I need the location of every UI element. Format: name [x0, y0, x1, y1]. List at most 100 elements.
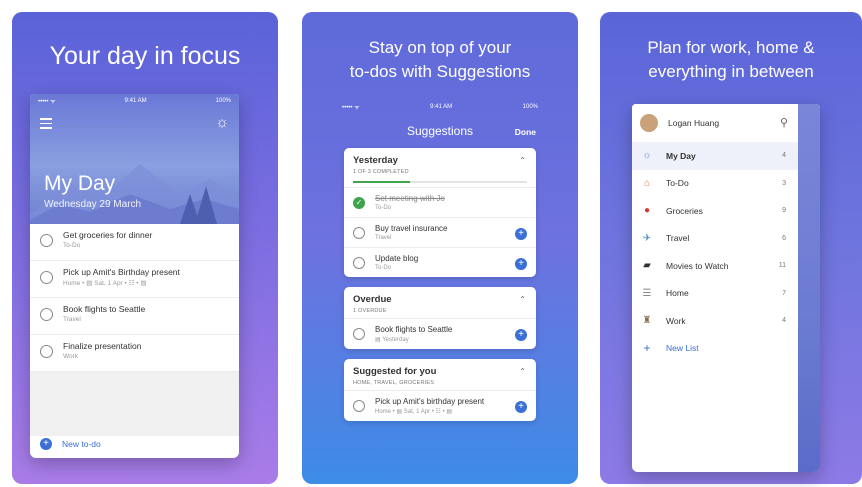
suggestion-meta: ▤ Yesterday — [375, 337, 409, 343]
card-subtitle: HOME, TRAVEL, GROCERIES — [353, 380, 435, 386]
my-day-header: ••••• ᯤ 9:41 AM 100% ☼ My Day Wednesday … — [30, 94, 239, 224]
chevron-up-icon[interactable]: ⌃ — [519, 367, 526, 376]
list-label: Home — [666, 288, 689, 299]
list-icon: ⌂ — [643, 177, 651, 189]
check-icon[interactable]: ✓ — [353, 197, 365, 209]
battery: 100% — [215, 98, 231, 104]
suggestion-meta: To-Do — [375, 265, 392, 271]
suggested-card: Suggested for you HOME, TRAVEL, GROCERIE… — [344, 359, 536, 421]
profile-row[interactable]: Logan Huang ⚲ — [632, 104, 798, 142]
list-row[interactable]: ☰ Home 7 — [632, 280, 798, 308]
new-todo-button[interactable]: + New to-do — [40, 438, 101, 450]
battery: 100% — [522, 104, 538, 110]
suggestion-title: Set meeting with Jo — [375, 194, 445, 203]
card-subtitle: 1 OVERDUE — [353, 308, 387, 314]
headline-line: Stay on top of your — [368, 38, 512, 57]
user-name: Logan Huang — [668, 118, 720, 128]
add-to-my-day-button[interactable]: + — [515, 401, 527, 413]
chevron-up-icon[interactable]: ⌃ — [519, 156, 526, 165]
card-header[interactable]: Suggested for you HOME, TRAVEL, GROCERIE… — [344, 359, 536, 390]
phone-suggestions: ••••• ᯤ 9:41 AM 100% Suggestions Done Ye… — [338, 100, 542, 475]
todo-row[interactable]: Finalize presentation Work — [30, 335, 239, 372]
yesterday-card: Yesterday 1 OF 3 COMPLETED ⌃ ✓ Set meeti… — [344, 148, 536, 277]
todo-row[interactable]: Pick up Amit's Birthday present Home • ▤… — [30, 261, 239, 298]
todo-row[interactable]: Book flights to Seattle Travel — [30, 298, 239, 335]
new-list-label: New List — [666, 342, 699, 353]
add-to-my-day-button[interactable]: + — [515, 258, 527, 270]
add-to-my-day-button[interactable]: + — [515, 228, 527, 240]
add-to-my-day-button[interactable]: + — [515, 329, 527, 341]
list-icon: ♜ — [642, 315, 652, 327]
carrier: ••••• ᯤ — [38, 99, 56, 105]
list-row[interactable]: ☼ My Day 4 — [632, 142, 798, 170]
headline-line: to-dos with Suggestions — [349, 62, 531, 81]
done-button[interactable]: Done — [515, 127, 536, 137]
list-row[interactable]: ✈ Travel 6 — [632, 225, 798, 253]
suggestion-row[interactable]: Buy travel insurance Travel + — [344, 217, 536, 247]
complete-checkbox[interactable] — [353, 328, 365, 340]
list-row[interactable]: ▰ Movies to Watch 11 — [632, 252, 798, 280]
suggestion-row[interactable]: Update blog To-Do + — [344, 247, 536, 277]
list-count: 4 — [782, 152, 786, 160]
list-icon: ▰ — [643, 260, 651, 272]
suggestion-row[interactable]: Book flights to Seattle ▤ Yesterday + — [344, 318, 536, 349]
list-count: 3 — [782, 179, 786, 187]
todo-meta: Home • ▤ Sat, 1 Apr • ☷ • ▤ — [63, 280, 147, 287]
suggestions-header: ••••• ᯤ 9:41 AM 100% Suggestions Done — [338, 100, 542, 148]
phone-lists: Logan Huang ⚲ ☼ My Day 4 ⌂ To-Do 3 ● Groceries 9… — [632, 104, 820, 472]
card-title: Yesterday — [353, 155, 398, 166]
complete-checkbox[interactable] — [353, 257, 365, 269]
list-label: My Day — [666, 150, 696, 161]
suggestions-sun-icon[interactable]: ☼ — [215, 114, 229, 131]
complete-checkbox[interactable] — [40, 345, 53, 358]
suggestion-title: Pick up Amit's birthday present — [375, 397, 485, 406]
list-label: To-Do — [666, 178, 689, 189]
suggestion-title: Book flights to Seattle — [375, 325, 453, 334]
todo-row[interactable]: Get groceries for dinner To-Do — [30, 224, 239, 261]
search-icon[interactable]: ⚲ — [780, 116, 788, 129]
list-icon: ☼ — [642, 150, 652, 162]
complete-checkbox[interactable] — [40, 308, 53, 321]
empty-area — [30, 372, 239, 436]
complete-checkbox[interactable] — [353, 400, 365, 412]
headline: Your day in focus — [49, 42, 241, 70]
card-title: Suggested for you — [353, 366, 437, 377]
new-todo-label: New to-do — [62, 439, 101, 449]
todo-title: Finalize presentation — [63, 341, 142, 351]
list-icon: ✈ — [642, 232, 652, 244]
suggestion-meta: To-Do — [375, 205, 392, 211]
complete-checkbox[interactable] — [353, 227, 365, 239]
suggestion-meta: Home • ▤ Sat, 1 Apr • ☷ • ▤ — [375, 409, 453, 415]
suggestion-title: Buy travel insurance — [375, 224, 448, 233]
complete-checkbox[interactable] — [40, 271, 53, 284]
avatar[interactable] — [640, 114, 658, 132]
todo-title: Book flights to Seattle — [63, 304, 146, 314]
complete-checkbox[interactable] — [40, 234, 53, 247]
headline-line: Plan for work, home & — [647, 38, 815, 57]
card-header[interactable]: Yesterday 1 OF 3 COMPLETED ⌃ — [344, 148, 536, 179]
todo-meta: Work — [63, 353, 79, 360]
card-header[interactable]: Overdue 1 OVERDUE ⌃ — [344, 287, 536, 318]
list-count: 7 — [782, 289, 786, 297]
list-row[interactable]: ⌂ To-Do 3 — [632, 170, 798, 198]
chevron-up-icon[interactable]: ⌃ — [519, 295, 526, 304]
list-row[interactable]: ♜ Work 4 — [632, 307, 798, 335]
list-label: Groceries — [666, 205, 703, 216]
phone-my-day: ••••• ᯤ 9:41 AM 100% ☼ My Day Wednesday … — [30, 94, 239, 458]
suggestion-row[interactable]: Pick up Amit's birthday present Home • ▤… — [344, 390, 536, 421]
card-title: Overdue — [353, 294, 392, 305]
carrier: ••••• ᯤ — [342, 105, 360, 111]
clock: 9:41 AM — [430, 104, 453, 110]
hamburger-menu-icon[interactable] — [40, 118, 52, 132]
todo-list: Get groceries for dinner To-Do Pick up A… — [30, 224, 239, 372]
date-subtitle: Wednesday 29 March — [44, 199, 142, 210]
progress-bar — [353, 181, 527, 183]
suggestion-row[interactable]: ✓ Set meeting with Jo To-Do — [344, 187, 536, 217]
status-bar: ••••• ᯤ 9:41 AM 100% — [338, 100, 542, 114]
new-list-button[interactable]: + New List — [632, 335, 798, 361]
list-count: 11 — [778, 262, 786, 270]
list-count: 6 — [782, 234, 786, 242]
list-row[interactable]: ● Groceries 9 — [632, 197, 798, 225]
page-title: My Day — [44, 172, 116, 195]
list-icon: ☰ — [642, 287, 652, 299]
